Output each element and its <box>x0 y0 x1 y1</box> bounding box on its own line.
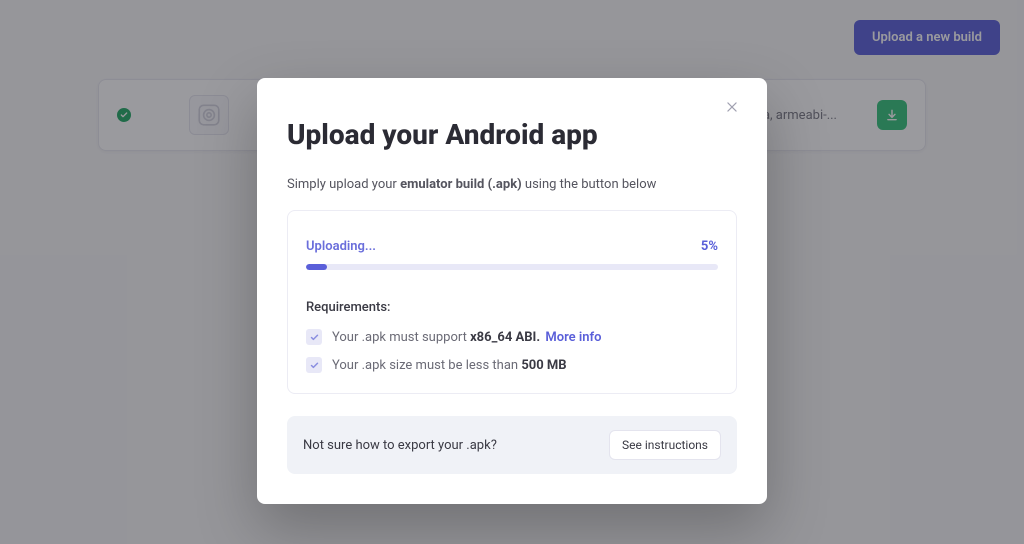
requirements-title: Requirements: <box>306 300 718 315</box>
help-text: Not sure how to export your .apk? <box>303 438 497 453</box>
modal-subtitle: Simply upload your emulator build (.apk)… <box>287 177 737 192</box>
req-strong: x86_64 ABI. <box>470 330 540 345</box>
requirements-block: Requirements: Your .apk must support x86… <box>306 300 718 383</box>
req-pre: Your .apk must support <box>332 330 470 345</box>
progress-label: Uploading... <box>306 239 376 254</box>
subtitle-post: using the button below <box>522 177 657 192</box>
progress-card: Uploading... 5% Requirements: Your .apk … <box>287 210 737 394</box>
requirement-text: Your .apk size must be less than 500 MB <box>332 358 567 373</box>
requirement-item: Your .apk must support x86_64 ABI. More … <box>306 329 718 345</box>
progress-track <box>306 264 718 270</box>
modal-title: Upload your Android app <box>287 118 737 151</box>
upload-modal: Upload your Android app Simply upload yo… <box>257 78 767 504</box>
subtitle-pre: Simply upload your <box>287 177 400 192</box>
check-icon <box>306 357 322 373</box>
see-instructions-button[interactable]: See instructions <box>609 430 721 460</box>
check-icon <box>306 329 322 345</box>
requirement-text: Your .apk must support x86_64 ABI. More … <box>332 330 602 345</box>
progress-head: Uploading... 5% <box>306 239 718 254</box>
subtitle-bold: emulator build (.apk) <box>400 177 522 192</box>
close-icon <box>725 100 739 114</box>
req-pre: Your .apk size must be less than <box>332 358 521 373</box>
requirements-list: Your .apk must support x86_64 ABI. More … <box>306 329 718 373</box>
progress-fill <box>306 264 327 270</box>
req-strong: 500 MB <box>521 358 566 373</box>
help-card: Not sure how to export your .apk? See in… <box>287 416 737 474</box>
requirement-link[interactable]: More info <box>545 330 601 345</box>
close-button[interactable] <box>725 98 743 116</box>
progress-percent: 5% <box>701 239 718 254</box>
requirement-item: Your .apk size must be less than 500 MB <box>306 357 718 373</box>
